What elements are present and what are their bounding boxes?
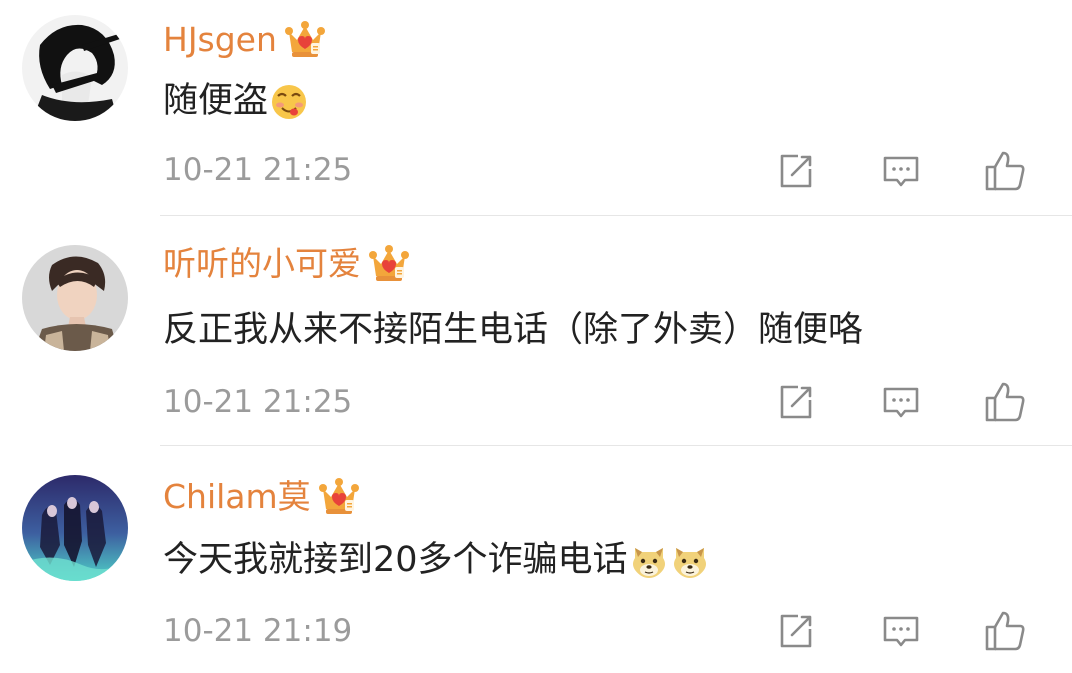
yummy-face-emoji xyxy=(269,81,309,121)
name-row: HJsgen xyxy=(163,17,327,63)
like-button[interactable] xyxy=(980,377,1030,427)
doge-emoji xyxy=(670,540,710,580)
like-icon xyxy=(985,382,1025,422)
comment-text: 随便盗 xyxy=(163,81,269,121)
comment-button[interactable] xyxy=(876,377,926,427)
comment-button[interactable] xyxy=(876,146,926,196)
comment-text: 今天我就接到20多个诈骗电话 xyxy=(163,540,628,580)
comment-item: HJsgen 随便盗 10-21 21:25 xyxy=(0,0,1072,216)
comment-icon xyxy=(883,387,919,418)
username[interactable]: Chilam莫 xyxy=(163,474,311,520)
crown-vip-icon xyxy=(367,242,411,286)
like-icon xyxy=(985,611,1025,651)
repost-icon xyxy=(780,154,812,188)
repost-icon xyxy=(780,385,812,419)
avatar[interactable] xyxy=(22,475,128,581)
timestamp: 10-21 21:25 xyxy=(163,152,353,188)
name-row: Chilam莫 xyxy=(163,474,361,520)
crown-vip-icon xyxy=(283,18,327,62)
like-button[interactable] xyxy=(980,606,1030,656)
comment-item: Chilam莫 今天我就接到20多个诈骗电话 10-21 21:19 xyxy=(0,446,1072,673)
comment-icon xyxy=(883,156,919,187)
repost-button[interactable] xyxy=(771,146,821,196)
comment-button[interactable] xyxy=(876,606,926,656)
avatar[interactable] xyxy=(22,15,128,121)
comment-text-row: 反正我从来不接陌生电话（除了外卖）随便咯 xyxy=(163,305,863,355)
name-row: 听听的小可爱 xyxy=(163,241,411,287)
repost-button[interactable] xyxy=(771,377,821,427)
crown-vip-icon xyxy=(317,475,361,519)
repost-icon xyxy=(780,614,812,648)
like-icon xyxy=(985,151,1025,191)
like-button[interactable] xyxy=(980,146,1030,196)
timestamp: 10-21 21:25 xyxy=(163,384,353,420)
repost-button[interactable] xyxy=(771,606,821,656)
username[interactable]: HJsgen xyxy=(163,17,277,63)
comment-icon xyxy=(883,616,919,647)
username[interactable]: 听听的小可爱 xyxy=(163,241,361,287)
comment-text: 反正我从来不接陌生电话（除了外卖）随便咯 xyxy=(163,310,864,350)
comment-text-row: 随便盗 xyxy=(163,76,309,126)
timestamp: 10-21 21:19 xyxy=(163,613,353,649)
avatar[interactable] xyxy=(22,245,128,351)
doge-emoji xyxy=(629,540,669,580)
comment-text-row: 今天我就接到20多个诈骗电话 xyxy=(163,535,710,585)
comment-item: 听听的小可爱 反正我从来不接陌生电话（除了外卖）随便咯 10-21 21:25 xyxy=(0,216,1072,446)
